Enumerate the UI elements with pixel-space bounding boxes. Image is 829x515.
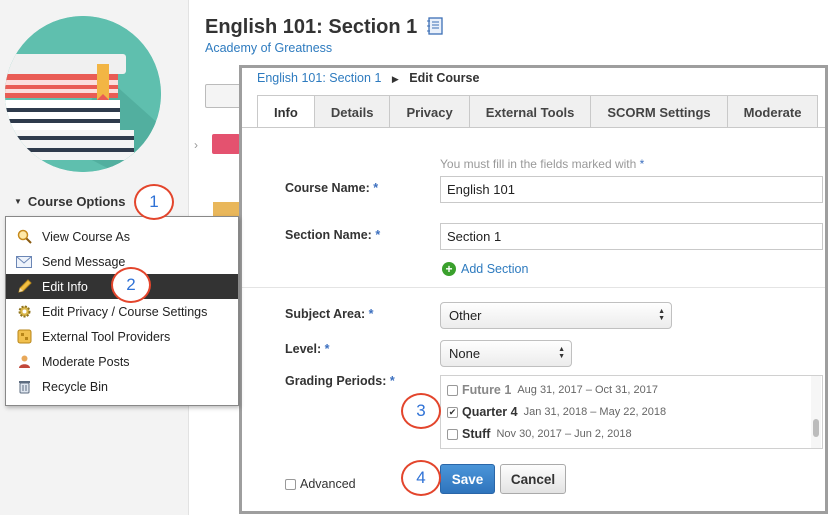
menu-item-label: Moderate Posts bbox=[42, 354, 130, 369]
menu-item-label: Send Message bbox=[42, 254, 126, 269]
menu-item-recycle-bin[interactable]: Recycle Bin bbox=[6, 374, 238, 399]
menu-item-edit-privacy[interactable]: Edit Privacy / Course Settings bbox=[6, 299, 238, 324]
scrollbar-track[interactable] bbox=[811, 376, 821, 448]
advanced-option[interactable]: Advanced bbox=[285, 477, 356, 491]
course-name-input[interactable]: English 101 bbox=[440, 176, 823, 203]
grading-period-row[interactable]: Future 1 Aug 31, 2017 – Oct 31, 2017 bbox=[441, 379, 822, 401]
triangle-right-icon: ▶ bbox=[391, 74, 399, 84]
add-section-link[interactable]: + Add Section bbox=[442, 262, 528, 276]
checkbox-checked[interactable]: ✔ bbox=[447, 406, 458, 418]
step-marker-1: 1 bbox=[134, 184, 174, 220]
step-marker-3: 3 bbox=[401, 393, 441, 429]
pencil-icon bbox=[15, 279, 33, 295]
grading-periods-label: Grading Periods: * bbox=[285, 374, 395, 388]
chevron-right-icon: › bbox=[194, 138, 198, 152]
school-link[interactable]: Academy of Greatness bbox=[205, 41, 332, 55]
required-fields-note: You must fill in the fields marked with … bbox=[440, 157, 645, 171]
tab-bar: Info Details Privacy External Tools SCOR… bbox=[242, 95, 825, 128]
course-options-menu: View Course As Send Message Edit Info Ed… bbox=[5, 216, 239, 406]
save-button[interactable]: Save bbox=[440, 464, 495, 494]
grading-period-row[interactable]: Stuff Nov 30, 2017 – Jun 2, 2018 bbox=[441, 423, 822, 445]
tab-scorm-settings[interactable]: SCORM Settings bbox=[590, 95, 728, 127]
breadcrumb-current: Edit Course bbox=[409, 71, 480, 85]
notebook-icon[interactable] bbox=[426, 17, 444, 41]
plus-circle-icon: + bbox=[442, 262, 456, 276]
tab-info[interactable]: Info bbox=[257, 95, 315, 127]
tab-details[interactable]: Details bbox=[313, 95, 391, 127]
tools-icon bbox=[15, 329, 33, 345]
menu-item-label: View Course As bbox=[42, 229, 131, 244]
grading-period-row[interactable]: ✔ Quarter 4 Jan 31, 2018 – May 22, 2018 bbox=[441, 401, 822, 423]
subject-area-select[interactable]: Other ▲ ▼ bbox=[440, 302, 672, 329]
select-arrows-icon: ▲ ▼ bbox=[558, 346, 565, 360]
envelope-icon bbox=[15, 254, 33, 270]
menu-item-label: Edit Info bbox=[42, 279, 88, 294]
advanced-checkbox[interactable] bbox=[285, 478, 296, 490]
breadcrumb-course-link[interactable]: English 101: Section 1 bbox=[257, 71, 381, 85]
level-select[interactable]: None ▲ ▼ bbox=[440, 340, 572, 367]
menu-item-label: External Tool Providers bbox=[42, 329, 171, 344]
menu-item-external-tools[interactable]: External Tool Providers bbox=[6, 324, 238, 349]
tab-moderate[interactable]: Moderate bbox=[726, 95, 819, 127]
course-title: English 101: Section 1 bbox=[205, 16, 418, 38]
edit-course-dialog: English 101: Section 1 ▶ Edit Course Inf… bbox=[239, 65, 828, 514]
step-marker-2: 2 bbox=[111, 267, 151, 303]
select-arrows-icon: ▲ ▼ bbox=[658, 308, 665, 322]
breadcrumb: English 101: Section 1 ▶ Edit Course bbox=[257, 71, 479, 85]
section-name-label: Section Name: * bbox=[285, 228, 381, 242]
menu-item-moderate-posts[interactable]: Moderate Posts bbox=[6, 349, 238, 374]
recycle-icon bbox=[15, 379, 33, 395]
caret-down-icon: ▼ bbox=[14, 197, 22, 206]
background-button bbox=[205, 84, 241, 108]
subject-area-label: Subject Area: * bbox=[285, 307, 374, 321]
gear-icon bbox=[15, 304, 33, 320]
page-title: English 101: Section 1 bbox=[205, 16, 444, 41]
course-name-label: Course Name: * bbox=[285, 181, 379, 195]
magnifier-icon bbox=[15, 229, 33, 245]
scrollbar-thumb[interactable] bbox=[813, 419, 819, 437]
tab-external-tools[interactable]: External Tools bbox=[468, 95, 592, 127]
person-icon bbox=[15, 354, 33, 370]
section-name-input[interactable]: Section 1 bbox=[440, 223, 823, 250]
grading-periods-list[interactable]: Future 1 Aug 31, 2017 – Oct 31, 2017 ✔ Q… bbox=[440, 375, 823, 449]
level-label: Level: * bbox=[285, 342, 330, 356]
folder-icon bbox=[212, 134, 240, 154]
checkbox[interactable] bbox=[447, 384, 458, 396]
tab-privacy[interactable]: Privacy bbox=[389, 95, 470, 127]
menu-item-view-course-as[interactable]: View Course As bbox=[6, 224, 238, 249]
cancel-button[interactable]: Cancel bbox=[500, 464, 566, 494]
menu-item-label: Recycle Bin bbox=[42, 379, 108, 394]
section-divider bbox=[242, 287, 825, 288]
checkbox[interactable] bbox=[447, 428, 458, 440]
course-options-toggle[interactable]: ▼ Course Options bbox=[14, 194, 125, 209]
course-logo bbox=[5, 16, 161, 172]
step-marker-4: 4 bbox=[401, 460, 441, 496]
course-options-label: Course Options bbox=[27, 194, 126, 209]
menu-item-label: Edit Privacy / Course Settings bbox=[42, 304, 208, 319]
